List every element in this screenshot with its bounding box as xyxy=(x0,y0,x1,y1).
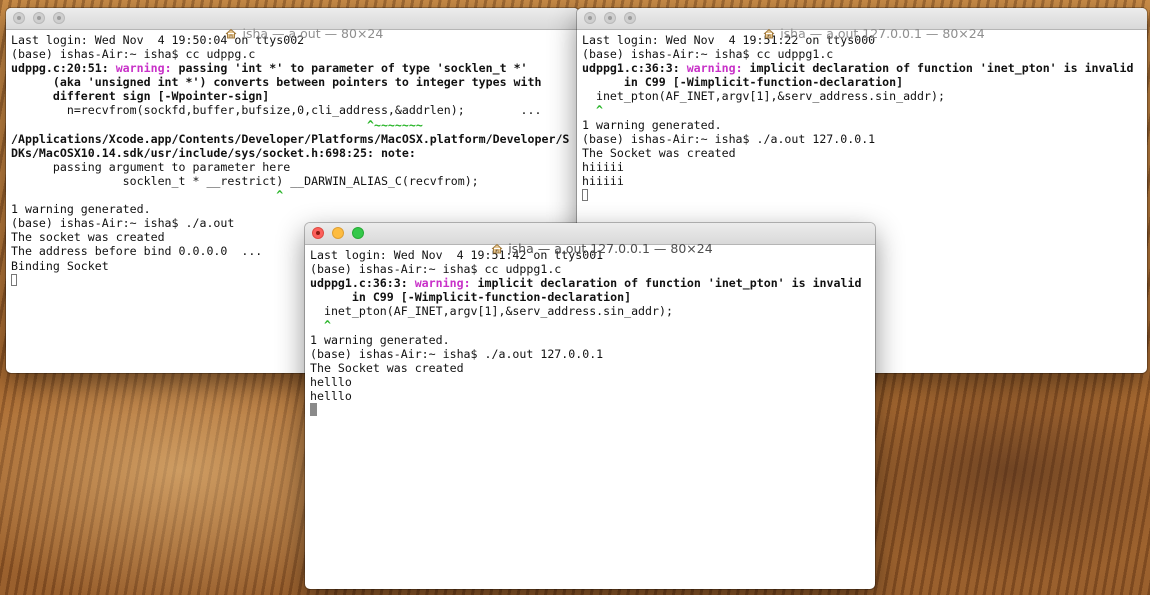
terminal-line: helllo xyxy=(310,388,352,403)
terminal-line: inet_pton(AF_INET,argv[1],&serv_address.… xyxy=(582,89,945,104)
text-cursor xyxy=(582,189,588,202)
terminal-line-warning: udppg1.c:36:3: warning: implicit declara… xyxy=(582,61,1134,76)
terminal-line-caret: ^~~~~~~~ xyxy=(11,117,423,132)
terminal-line: n=recvfrom(sockfd,buffer,bufsize,0,cli_a… xyxy=(11,103,542,118)
warning-keyword: warning: xyxy=(414,276,471,291)
text-cursor xyxy=(310,403,317,417)
window-title: isha — a.out 127.0.0.1 — 80×24 xyxy=(305,226,875,271)
terminal-line: (aka 'unsigned int *') converts between … xyxy=(11,75,542,90)
terminal-line: /Applications/Xcode.app/Contents/Develop… xyxy=(11,131,570,146)
terminal-line: inet_pton(AF_INET,argv[1],&serv_address.… xyxy=(310,304,673,319)
terminal-line: socklen_t * __restrict) __DARWIN_ALIAS_C… xyxy=(11,173,479,188)
terminal-line: in C99 [-Wimplicit-function-declaration] xyxy=(310,290,632,305)
terminal-line-caret: ^ xyxy=(11,188,284,203)
window-titlebar[interactable]: isha — a.out — 80×24 xyxy=(6,8,579,41)
window-title: isha — a.out 127.0.0.1 — 80×24 xyxy=(577,11,1147,56)
terminal-line: hiiiii xyxy=(582,159,624,174)
home-folder-icon xyxy=(491,243,503,254)
terminal-window-front[interactable]: isha — a.out 127.0.0.1 — 80×24 Last logi… xyxy=(305,223,875,589)
terminal-line-warning: udppg.c:20:51: warning: passing 'int *' … xyxy=(11,61,528,76)
terminal-line: in C99 [-Wimplicit-function-declaration] xyxy=(582,75,904,90)
warning-keyword: warning: xyxy=(686,61,743,76)
terminal-line: passing argument to parameter here xyxy=(11,159,291,174)
terminal-line: The Socket was created xyxy=(582,145,736,160)
terminal-line: 1 warning generated. xyxy=(11,202,151,217)
terminal-line: (base) ishas-Air:~ isha$ ./a.out 127.0.0… xyxy=(310,346,604,361)
window-title: isha — a.out — 80×24 xyxy=(6,11,579,56)
terminal-line-caret: ^ xyxy=(310,318,331,333)
terminal-cursor-line xyxy=(582,188,1147,202)
terminal-line: (base) ishas-Air:~ isha$ ./a.out 127.0.0… xyxy=(582,131,876,146)
terminal-line: hiiiii xyxy=(582,173,624,188)
terminal-line: different sign [-Wpointer-sign] xyxy=(11,89,270,104)
terminal-line: helllo xyxy=(310,374,352,389)
text-cursor xyxy=(11,273,17,286)
terminal-line: DKs/MacOSX10.14.sdk/usr/include/sys/sock… xyxy=(11,145,416,160)
terminal-line: The Socket was created xyxy=(310,360,464,375)
home-folder-icon xyxy=(763,28,775,39)
window-titlebar[interactable]: isha — a.out 127.0.0.1 — 80×24 xyxy=(305,223,875,256)
home-folder-icon xyxy=(226,28,237,39)
terminal-cursor-line xyxy=(310,403,875,417)
warning-keyword: warning: xyxy=(115,61,172,76)
terminal-line-warning: udppg1.c:36:3: warning: implicit declara… xyxy=(310,276,862,291)
window-titlebar[interactable]: isha — a.out 127.0.0.1 — 80×24 xyxy=(577,8,1147,41)
terminal-line: 1 warning generated. xyxy=(310,332,450,347)
terminal-line-caret: ^ xyxy=(582,103,603,118)
terminal-line: 1 warning generated. xyxy=(582,117,722,132)
